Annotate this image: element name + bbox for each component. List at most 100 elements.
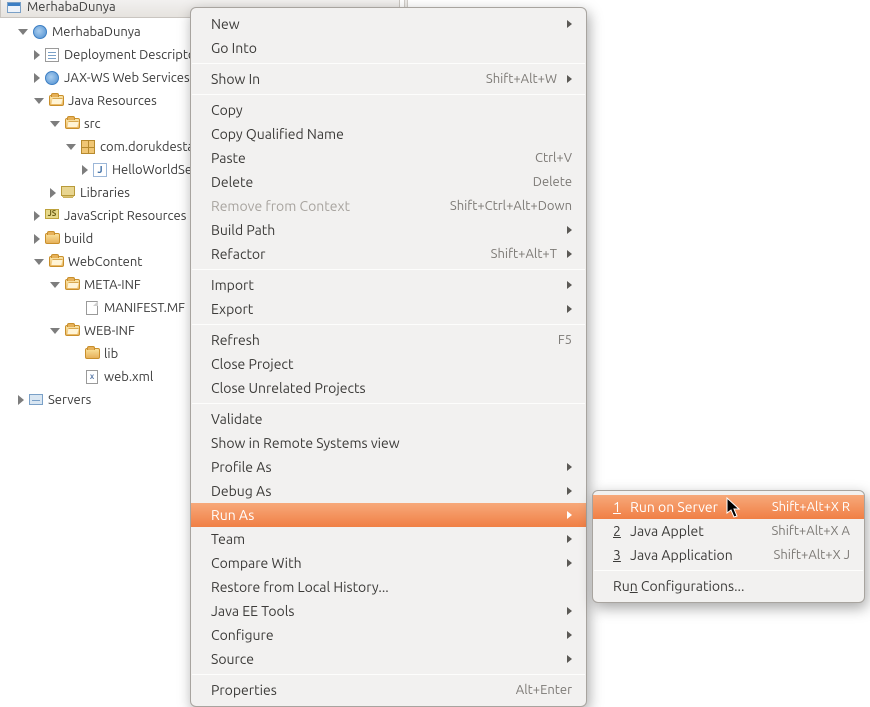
expand-icon[interactable] <box>34 234 40 244</box>
expand-icon[interactable] <box>50 121 60 127</box>
menu-label: Refresh <box>211 332 558 348</box>
menu-label: Close Project <box>211 356 572 372</box>
menu-item-source[interactable]: Source <box>191 647 586 671</box>
menu-item-compare-with[interactable]: Compare With <box>191 551 586 575</box>
menu-separator <box>594 570 863 571</box>
submenu-arrow-icon <box>567 250 572 258</box>
tree-item-metainf[interactable]: META-INF <box>0 273 200 296</box>
tree-item-java-file[interactable]: J HelloWorldServle <box>0 158 200 181</box>
tree-label: build <box>64 228 93 250</box>
menu-accelerator: Shift+Alt+T <box>491 247 557 261</box>
tree-item-lib[interactable]: lib <box>0 342 200 365</box>
submenu-arrow-icon <box>567 511 572 519</box>
expand-icon[interactable] <box>34 50 40 60</box>
menu-item-show-remote[interactable]: Show in Remote Systems view <box>191 431 586 455</box>
menu-accelerator: Shift+Alt+X R <box>772 500 850 514</box>
menu-item-jee-tools[interactable]: Java EE Tools <box>191 599 586 623</box>
menu-label: Paste <box>211 150 535 166</box>
menu-item-restore-local[interactable]: Restore from Local History... <box>191 575 586 599</box>
project-explorer-tree[interactable]: MerhabaDunya Deployment Descriptor: JAX-… <box>0 20 200 411</box>
menu-item-delete[interactable]: DeleteDelete <box>191 170 586 194</box>
menu-label: Build Path <box>211 222 557 238</box>
submenu-item-run-configurations[interactable]: Run Configurations... <box>593 574 864 598</box>
tree-item-package[interactable]: com.dorukdestan. <box>0 135 200 158</box>
menu-item-configure[interactable]: Configure <box>191 623 586 647</box>
menu-item-export[interactable]: Export <box>191 297 586 321</box>
run-as-submenu[interactable]: 1 Run on Server Shift+Alt+X R 2 Java App… <box>592 490 865 603</box>
menu-item-close-unrelated[interactable]: Close Unrelated Projects <box>191 376 586 400</box>
menu-label: 1 Run on Server <box>613 499 772 515</box>
submenu-arrow-icon <box>567 607 572 615</box>
tree-item-webxml[interactable]: x web.xml <box>0 365 200 388</box>
submenu-arrow-icon <box>567 487 572 495</box>
menu-label: Go Into <box>211 40 572 56</box>
menu-item-go-into[interactable]: Go Into <box>191 36 586 60</box>
expand-icon[interactable] <box>50 188 56 198</box>
tree-item-webcontent[interactable]: WebContent <box>0 250 200 273</box>
menu-label: Debug As <box>211 483 557 499</box>
submenu-arrow-icon <box>567 655 572 663</box>
project-window-icon <box>7 2 21 13</box>
menu-separator <box>192 324 585 325</box>
menu-item-validate[interactable]: Validate <box>191 407 586 431</box>
tree-label: JAX-WS Web Services <box>64 67 190 89</box>
menu-item-build-path[interactable]: Build Path <box>191 218 586 242</box>
submenu-item-java-applet[interactable]: 2 Java Applet Shift+Alt+X A <box>593 519 864 543</box>
tree-item-manifest[interactable]: MANIFEST.MF <box>0 296 200 319</box>
expand-icon[interactable] <box>34 259 44 265</box>
tree-item-deployment-descriptor[interactable]: Deployment Descriptor: <box>0 43 200 66</box>
file-icon <box>86 301 98 315</box>
menu-item-properties[interactable]: PropertiesAlt+Enter <box>191 678 586 702</box>
menu-accelerator: Ctrl+V <box>535 151 572 165</box>
expand-icon[interactable] <box>50 282 60 288</box>
tree-item-webinf[interactable]: WEB-INF <box>0 319 200 342</box>
menu-item-import[interactable]: Import <box>191 273 586 297</box>
tree-label: MANIFEST.MF <box>104 297 185 319</box>
menu-label: Refactor <box>211 246 491 262</box>
submenu-item-java-application[interactable]: 3 Java Application Shift+Alt+X J <box>593 543 864 567</box>
expand-icon[interactable] <box>34 211 40 221</box>
expand-icon[interactable] <box>34 98 44 104</box>
tree-label: MerhabaDunya <box>52 21 141 43</box>
expand-icon[interactable] <box>18 29 28 35</box>
menu-item-refresh[interactable]: RefreshF5 <box>191 328 586 352</box>
menu-item-run-as[interactable]: Run As <box>191 503 586 527</box>
menu-item-refactor[interactable]: RefactorShift+Alt+T <box>191 242 586 266</box>
submenu-item-run-on-server[interactable]: 1 Run on Server Shift+Alt+X R <box>593 495 864 519</box>
services-icon <box>45 71 59 85</box>
menu-label: Source <box>211 651 557 667</box>
menu-item-profile-as[interactable]: Profile As <box>191 455 586 479</box>
menu-item-close-project[interactable]: Close Project <box>191 352 586 376</box>
tree-item-servers[interactable]: Servers <box>0 388 200 411</box>
tree-item-project[interactable]: MerhabaDunya <box>0 20 200 43</box>
tree-item-src[interactable]: src <box>0 112 200 135</box>
tree-item-java-resources[interactable]: Java Resources <box>0 89 200 112</box>
expand-icon[interactable] <box>50 328 60 334</box>
menu-label: Export <box>211 301 557 317</box>
java-file-icon: J <box>93 163 107 177</box>
expand-icon[interactable] <box>82 165 88 175</box>
expand-icon[interactable] <box>34 73 40 83</box>
submenu-arrow-icon <box>567 305 572 313</box>
tree-item-jaxws[interactable]: JAX-WS Web Services <box>0 66 200 89</box>
package-icon <box>81 140 95 154</box>
expand-icon[interactable] <box>66 144 76 150</box>
menu-item-team[interactable]: Team <box>191 527 586 551</box>
menu-item-show-in[interactable]: Show InShift+Alt+W <box>191 67 586 91</box>
folder-icon <box>65 279 80 290</box>
tree-item-libraries[interactable]: Libraries <box>0 181 200 204</box>
menu-item-copy[interactable]: Copy <box>191 98 586 122</box>
menu-item-new[interactable]: New <box>191 12 586 36</box>
menu-item-copy-qualified-name[interactable]: Copy Qualified Name <box>191 122 586 146</box>
menu-label: Import <box>211 277 557 293</box>
menu-accelerator: Shift+Alt+X A <box>771 524 850 538</box>
expand-icon[interactable] <box>18 395 24 405</box>
menu-label: Team <box>211 531 557 547</box>
tree-item-build[interactable]: build <box>0 227 200 250</box>
menu-item-paste[interactable]: PasteCtrl+V <box>191 146 586 170</box>
tree-item-js-resources[interactable]: JS JavaScript Resources <box>0 204 200 227</box>
menu-item-debug-as[interactable]: Debug As <box>191 479 586 503</box>
menu-label: 2 Java Applet <box>613 523 771 539</box>
tree-label: META-INF <box>84 274 141 296</box>
context-menu[interactable]: New Go Into Show InShift+Alt+W Copy Copy… <box>190 7 587 707</box>
